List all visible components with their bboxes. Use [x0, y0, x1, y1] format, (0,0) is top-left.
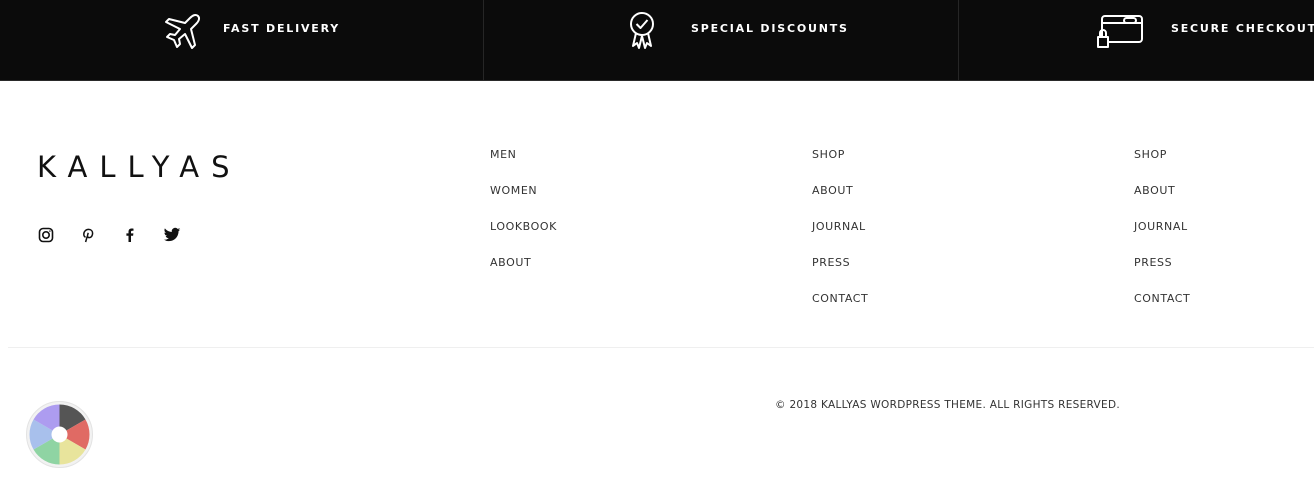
site-logo[interactable]: KALLYAS — [37, 150, 242, 184]
menu-item-about[interactable]: ABOUT — [490, 256, 557, 292]
color-switcher-wheel-icon[interactable] — [26, 401, 93, 468]
feature-label: FAST DELIVERY — [223, 22, 341, 35]
menu-item-men[interactable]: MEN — [490, 148, 557, 184]
menu-item-press[interactable]: PRESS — [812, 256, 868, 292]
footer-menu-2: SHOP ABOUT JOURNAL PRESS CONTACT — [812, 148, 868, 328]
facebook-icon[interactable] — [121, 226, 139, 244]
feature-fast-delivery: FAST DELIVERY — [0, 0, 483, 80]
footer-divider — [8, 347, 1314, 348]
menu-item-shop[interactable]: SHOP — [812, 148, 868, 184]
menu-item-about[interactable]: ABOUT — [812, 184, 868, 220]
feature-special-discounts: SPECIAL DISCOUNTS — [484, 0, 958, 80]
wheel-center — [51, 426, 68, 443]
menu-item-journal[interactable]: JOURNAL — [812, 220, 868, 256]
menu-item-press[interactable]: PRESS — [1134, 256, 1190, 292]
instagram-icon[interactable] — [37, 226, 55, 244]
pinterest-icon[interactable] — [79, 226, 97, 244]
menu-item-women[interactable]: WOMEN — [490, 184, 557, 220]
feature-label: SPECIAL DISCOUNTS — [691, 22, 849, 35]
menu-item-lookbook[interactable]: LOOKBOOK — [490, 220, 557, 256]
footer-menu-3: SHOP ABOUT JOURNAL PRESS CONTACT — [1134, 148, 1190, 328]
airplane-icon — [164, 12, 204, 52]
menu-item-journal[interactable]: JOURNAL — [1134, 220, 1190, 256]
award-ribbon-icon — [624, 10, 660, 52]
copyright-text: © 2018 KALLYAS WORDPRESS THEME. ALL RIGH… — [775, 399, 1120, 411]
menu-item-about[interactable]: ABOUT — [1134, 184, 1190, 220]
twitter-icon[interactable] — [163, 226, 181, 244]
features-bar: FAST DELIVERY SPECIAL DISCOUNTS SECURE C… — [0, 0, 1314, 81]
footer-menu-1: MEN WOMEN LOOKBOOK ABOUT — [490, 148, 557, 292]
menu-item-contact[interactable]: CONTACT — [812, 292, 868, 328]
credit-card-lock-icon — [1096, 14, 1146, 50]
menu-item-shop[interactable]: SHOP — [1134, 148, 1190, 184]
menu-item-contact[interactable]: CONTACT — [1134, 292, 1190, 328]
feature-secure-checkout: SECURE CHECKOUT — [959, 0, 1314, 80]
feature-label: SECURE CHECKOUT — [1171, 22, 1314, 35]
